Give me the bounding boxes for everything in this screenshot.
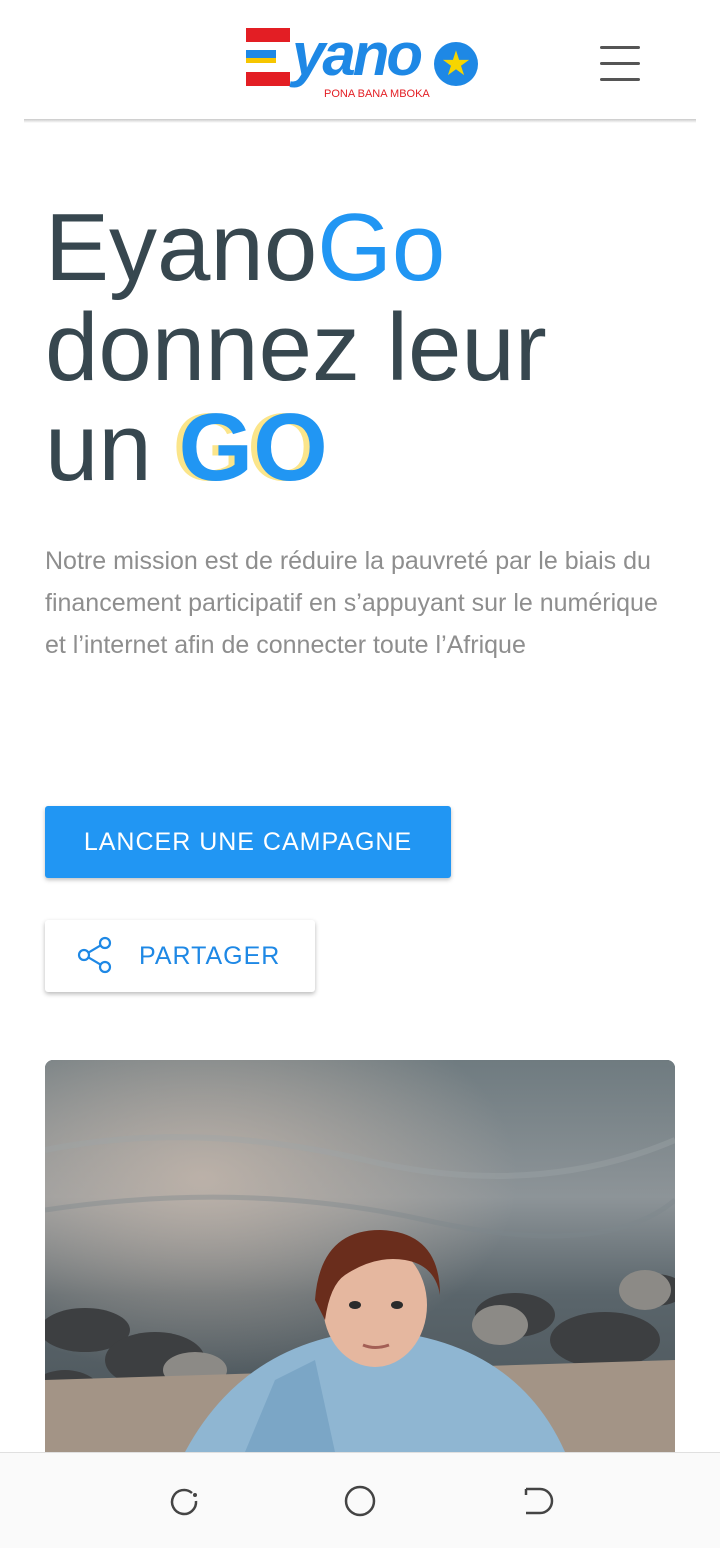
logo-text: yano bbox=[292, 21, 423, 88]
top-header: yano ★ PONA BANA MBOKA bbox=[0, 0, 720, 120]
launch-campaign-button[interactable]: LANCER UNE CAMPAGNE bbox=[45, 806, 451, 878]
header-divider bbox=[24, 119, 696, 123]
eyano-logo[interactable]: yano ★ PONA BANA MBOKA bbox=[246, 21, 486, 108]
title-line3-prefix: un bbox=[45, 394, 152, 501]
hero-photo bbox=[45, 1060, 675, 1452]
go-front: GO bbox=[178, 394, 328, 501]
logo-star-icon: ★ bbox=[434, 42, 478, 86]
home-icon[interactable] bbox=[342, 1483, 378, 1519]
share-button[interactable]: PARTAGER bbox=[45, 920, 315, 992]
hero-title: EyanoGo donnez leur un GO GO bbox=[45, 198, 685, 498]
hamburger-menu-icon[interactable] bbox=[596, 44, 644, 84]
title-eyano: Eyano bbox=[45, 194, 318, 301]
recent-apps-icon[interactable] bbox=[166, 1483, 202, 1519]
logo-tagline: PONA BANA MBOKA bbox=[324, 88, 430, 100]
system-navigation-bar bbox=[0, 1452, 720, 1548]
hero-photo-illustration bbox=[45, 1060, 675, 1452]
title-go: Go bbox=[317, 194, 446, 301]
share-label: PARTAGER bbox=[139, 942, 281, 970]
go-highlight: GO GO bbox=[172, 398, 327, 498]
back-icon[interactable] bbox=[518, 1483, 554, 1519]
share-icon bbox=[77, 936, 112, 974]
mission-text: Notre mission est de réduire la pauvreté… bbox=[45, 547, 658, 659]
title-line2: donnez leur bbox=[45, 294, 547, 401]
logo-flag-icon bbox=[246, 28, 290, 86]
